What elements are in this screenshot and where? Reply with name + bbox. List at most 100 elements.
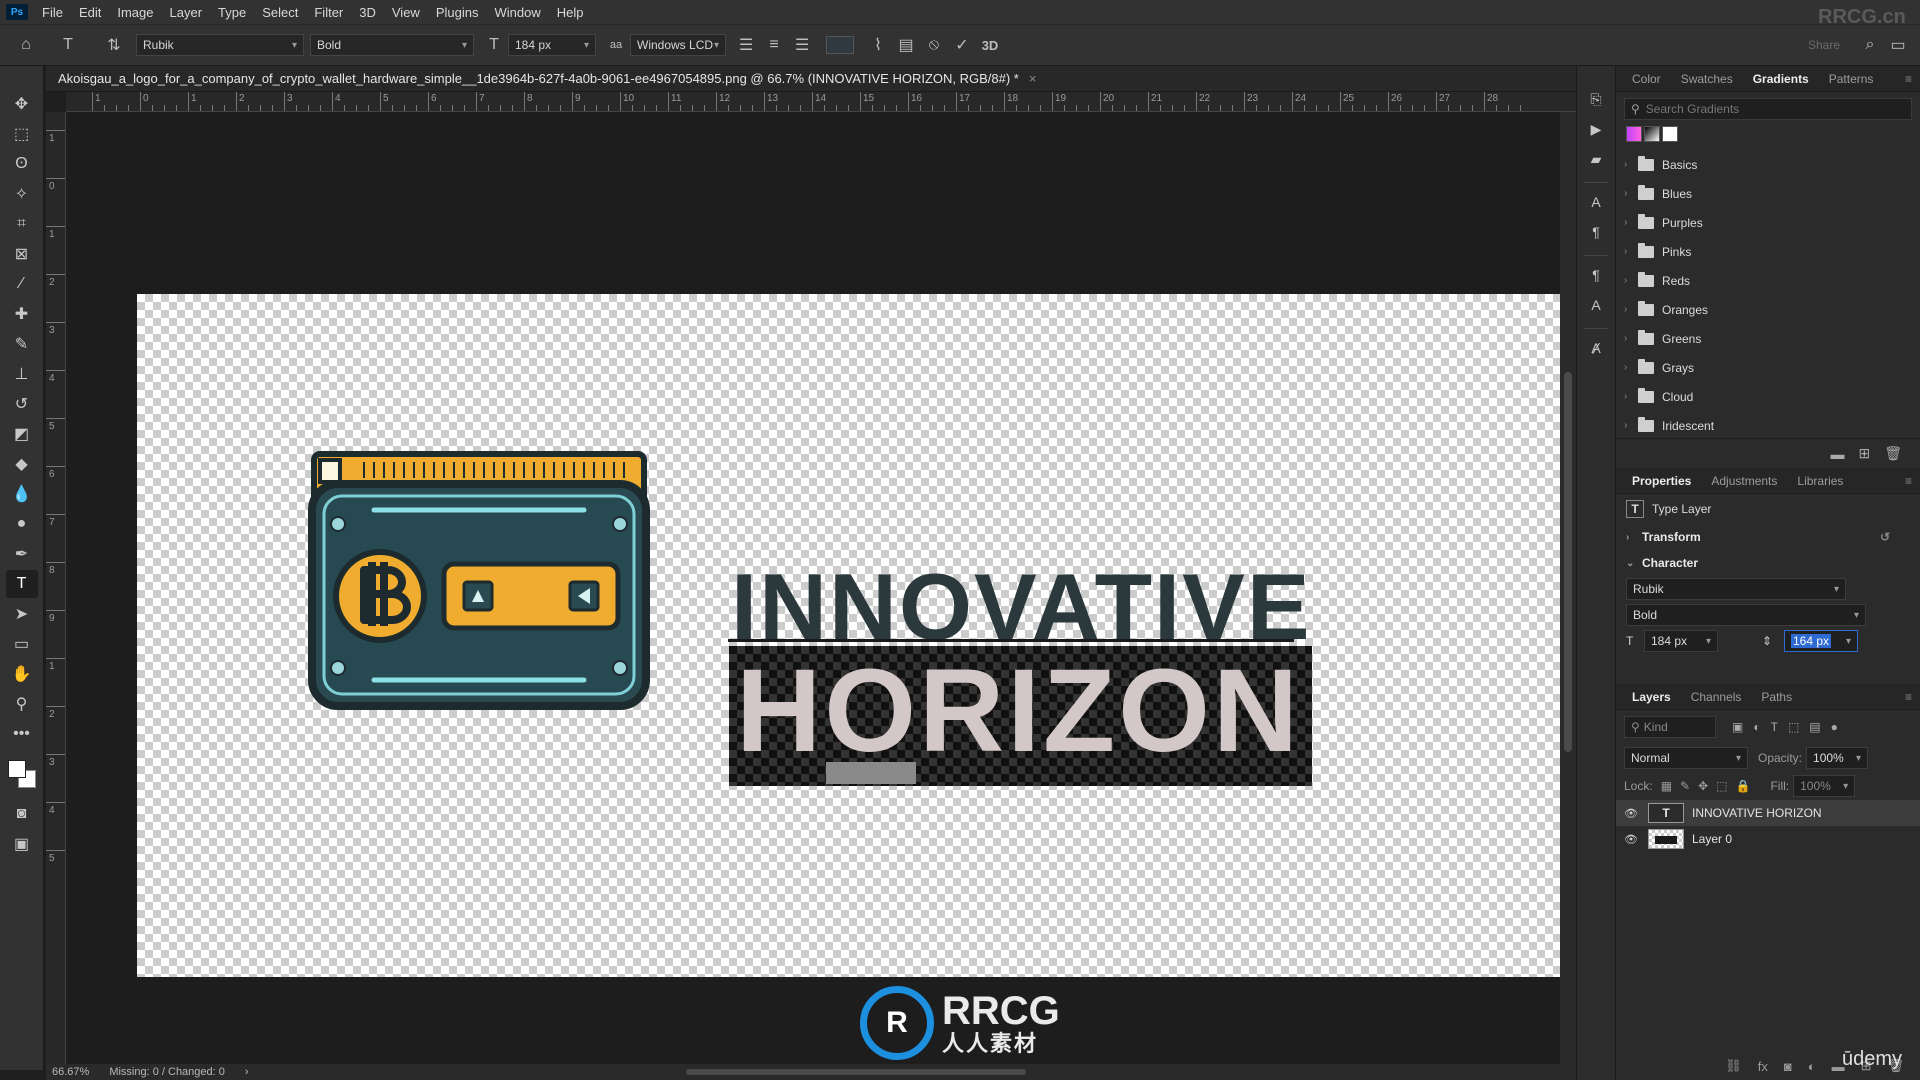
gradient-folder-oranges[interactable]: › Oranges — [1616, 295, 1920, 324]
cancel-edit-icon[interactable]: ⦸ — [920, 31, 948, 59]
gradient-folder-iridescent[interactable]: › Iridescent — [1616, 411, 1920, 440]
new-group-icon[interactable]: ▬ — [1830, 446, 1844, 462]
close-document-icon[interactable]: × — [1029, 71, 1037, 86]
menu-help[interactable]: Help — [549, 5, 592, 20]
marquee-tool-icon[interactable]: ⬚ — [6, 120, 38, 148]
align-right-icon[interactable]: ☰ — [788, 31, 816, 59]
menu-edit[interactable]: Edit — [71, 5, 109, 20]
gradient-folder-blues[interactable]: › Blues — [1616, 179, 1920, 208]
filter-toggle-icon[interactable]: ● — [1831, 720, 1838, 734]
lock-transparent-icon[interactable]: ▦ — [1661, 779, 1672, 793]
character-font-select[interactable]: Rubik ▾ — [1626, 578, 1846, 600]
rectangle-tool-icon[interactable]: ▭ — [6, 630, 38, 658]
visibility-eye-icon[interactable]: 👁 — [1624, 807, 1640, 820]
gradient-preset-purple[interactable] — [1626, 126, 1642, 142]
foreground-color-swatch[interactable] — [7, 760, 26, 778]
history-brush-tool-icon[interactable]: ↺ — [6, 390, 38, 418]
workspace-icon[interactable]: ▭ — [1884, 31, 1912, 59]
eraser-tool-icon[interactable]: ◩ — [6, 420, 38, 448]
actions-panel-icon[interactable]: ▶ — [1582, 116, 1610, 142]
tab-channels[interactable]: Channels — [1681, 690, 1752, 704]
zoom-tool-icon[interactable]: ⚲ — [6, 690, 38, 718]
tab-adjustments[interactable]: Adjustments — [1701, 474, 1787, 488]
menu-plugins[interactable]: Plugins — [428, 5, 487, 20]
text-color-swatch[interactable] — [826, 36, 854, 54]
warp-text-icon[interactable]: ⌇ — [864, 31, 892, 59]
gradient-folder-basics[interactable]: › Basics — [1616, 150, 1920, 179]
leading-input[interactable]: 164 px ▾ — [1784, 630, 1858, 652]
menu-image[interactable]: Image — [109, 5, 161, 20]
quick-mask-icon[interactable]: ◙ — [6, 800, 38, 828]
layer-row-layer0[interactable]: 👁 Layer 0 — [1616, 826, 1920, 852]
adjustment-layer-icon[interactable]: ◐ — [1808, 1059, 1816, 1074]
tab-paths[interactable]: Paths — [1751, 690, 1802, 704]
delete-icon[interactable]: 🗑 — [1884, 445, 1902, 462]
paragraph-panel-icon[interactable]: ¶ — [1582, 219, 1610, 245]
lock-artboard-icon[interactable]: ⬚ — [1716, 779, 1727, 793]
paragraph-styles-icon[interactable]: ¶ — [1582, 262, 1610, 288]
brush-tool-icon[interactable]: ✎ — [6, 330, 38, 358]
pen-tool-icon[interactable]: ✒ — [6, 540, 38, 568]
gradient-search-input[interactable]: ⚲ Search Gradients — [1624, 98, 1912, 120]
gradient-folder-purples[interactable]: › Purples — [1616, 208, 1920, 237]
character-size-select[interactable]: 184 px ▾ — [1644, 630, 1718, 652]
adjustment-filter-icon[interactable]: ◐ — [1753, 720, 1760, 734]
magic-wand-tool-icon[interactable]: ✧ — [6, 180, 38, 208]
add-mask-icon[interactable]: ◙ — [1784, 1059, 1792, 1074]
anti-alias-select[interactable]: Windows LCD ▾ — [630, 34, 726, 56]
3d-button[interactable]: 3D — [976, 31, 1004, 59]
type-tool-icon[interactable]: T — [5, 570, 38, 598]
scroll-thumb[interactable] — [1564, 372, 1572, 752]
paint-bucket-tool-icon[interactable]: ◆ — [6, 450, 38, 478]
hand-tool-icon[interactable]: ✋ — [6, 660, 38, 688]
share-button[interactable]: Share — [1792, 38, 1856, 52]
font-size-select[interactable]: 184 px ▾ — [508, 34, 596, 56]
gradient-folder-greens[interactable]: › Greens — [1616, 324, 1920, 353]
move-tool-icon[interactable]: ✥ — [6, 90, 38, 118]
fill-input[interactable]: 100% ▾ — [1793, 775, 1856, 797]
lasso-tool-icon[interactable]: ʘ — [6, 150, 38, 178]
dodge-tool-icon[interactable]: ● — [6, 510, 38, 538]
character-section[interactable]: ⌄ Character — [1616, 550, 1920, 576]
commit-edit-icon[interactable]: ✓ — [948, 31, 976, 59]
smart-object-filter-icon[interactable]: ▤ — [1809, 720, 1820, 734]
gradient-folder-pinks[interactable]: › Pinks — [1616, 237, 1920, 266]
type-filter-icon[interactable]: T — [1771, 720, 1778, 734]
tab-patterns[interactable]: Patterns — [1819, 72, 1884, 86]
menu-type[interactable]: Type — [210, 5, 254, 20]
tab-properties[interactable]: Properties — [1622, 474, 1701, 488]
lock-all-icon[interactable]: 🔒 — [1736, 779, 1751, 793]
layer-row-text[interactable]: 👁 T INNOVATIVE HORIZON — [1616, 800, 1920, 826]
lock-position-icon[interactable]: ✥ — [1698, 779, 1708, 793]
panel-menu-icon[interactable]: ≡ — [1905, 72, 1912, 86]
panel-menu-icon[interactable]: ≡ — [1905, 474, 1912, 488]
menu-filter[interactable]: Filter — [306, 5, 351, 20]
tab-layers[interactable]: Layers — [1622, 690, 1681, 704]
gradient-folder-cloud[interactable]: › Cloud — [1616, 382, 1920, 411]
color-swatches[interactable] — [6, 758, 38, 790]
home-icon[interactable]: ⌂ — [12, 31, 40, 59]
more-tools-icon[interactable]: ••• — [6, 720, 38, 748]
text-orientation-icon[interactable]: ⇅ — [100, 31, 128, 59]
clone-stamp-tool-icon[interactable]: ⊥ — [6, 360, 38, 388]
character-styles-icon[interactable]: A — [1582, 292, 1610, 318]
tab-swatches[interactable]: Swatches — [1671, 72, 1743, 86]
document-tab[interactable]: Akoisgau_a_logo_for_a_company_of_crypto_… — [46, 66, 1576, 92]
logo-headline-horizon[interactable]: HORIZON — [736, 652, 1301, 770]
healing-brush-tool-icon[interactable]: ✚ — [6, 300, 38, 328]
search-icon[interactable]: ⌕ — [1856, 31, 1884, 59]
font-family-select[interactable]: Rubik ▾ — [136, 34, 304, 56]
menu-3d[interactable]: 3D — [351, 5, 384, 20]
tab-gradients[interactable]: Gradients — [1743, 72, 1819, 86]
type-tool-preset-icon[interactable]: T — [54, 31, 82, 59]
transform-section[interactable]: › Transform ↺ — [1616, 524, 1920, 550]
gradient-preset-black-white[interactable] — [1644, 126, 1660, 142]
reset-icon[interactable]: ↺ — [1880, 530, 1890, 544]
menu-window[interactable]: Window — [486, 5, 548, 20]
menu-layer[interactable]: Layer — [162, 5, 211, 20]
blur-tool-icon[interactable]: 💧 — [6, 480, 38, 508]
blend-mode-select[interactable]: Normal ▾ — [1624, 747, 1748, 769]
tab-libraries[interactable]: Libraries — [1787, 474, 1853, 488]
menu-file[interactable]: File — [34, 5, 71, 20]
status-menu-arrow-icon[interactable]: › — [245, 1066, 249, 1078]
